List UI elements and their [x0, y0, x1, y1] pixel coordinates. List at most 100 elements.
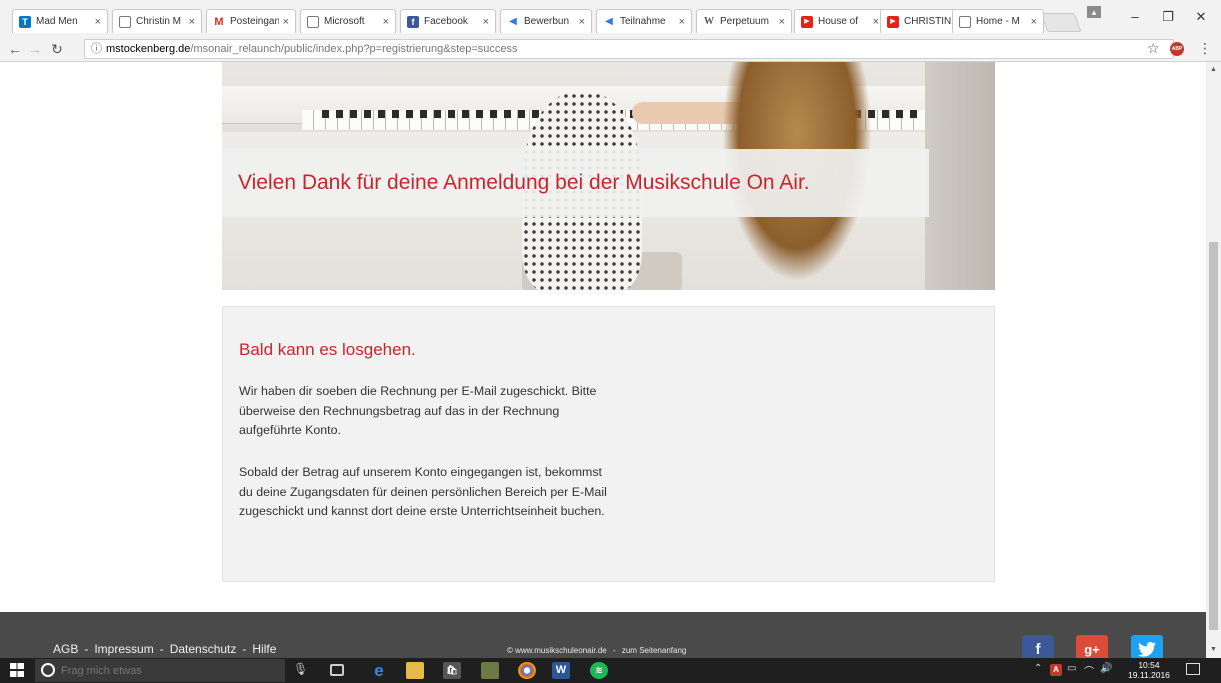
- hero-banner: Vielen Dank für deine Anmeldung bei der …: [222, 149, 929, 217]
- edge-icon[interactable]: e: [370, 662, 388, 679]
- hero-background: [925, 62, 995, 290]
- close-window-icon[interactable]: ✕: [1183, 5, 1219, 29]
- copyright-text: © www.musikschuleonair.de: [507, 646, 607, 655]
- scroll-down-icon[interactable]: ▼: [1210, 646, 1217, 653]
- close-tab-icon[interactable]: ×: [779, 16, 785, 28]
- close-tab-icon[interactable]: ×: [579, 16, 585, 28]
- scroll-top-link[interactable]: zum Seitenanfang: [622, 646, 687, 655]
- browser-tab[interactable]: f Facebook ×: [400, 9, 496, 33]
- tab-label: Posteingan: [230, 16, 279, 27]
- close-tab-icon[interactable]: ×: [873, 16, 879, 28]
- page-icon: [959, 15, 971, 28]
- clock-time: 10:54: [1138, 660, 1160, 670]
- browser-tab[interactable]: M Posteingan ×: [206, 9, 296, 33]
- scroll-up-icon[interactable]: ▲: [1210, 66, 1217, 73]
- tab-label: House of: [818, 16, 859, 27]
- browser-tab[interactable]: W Perpetuum ×: [696, 9, 792, 33]
- google-plus-icon[interactable]: g+: [1076, 635, 1108, 658]
- bookmark-star-icon[interactable]: ☆: [1147, 40, 1160, 57]
- close-tab-icon[interactable]: ×: [283, 16, 289, 28]
- info-paragraph: Wir haben dir soeben die Rechnung per E-…: [239, 384, 597, 437]
- close-tab-icon[interactable]: ×: [679, 16, 685, 28]
- back-icon[interactable]: ←: [6, 40, 24, 58]
- browser-tab-active[interactable]: Home - M ×: [952, 9, 1044, 33]
- cortana-search[interactable]: 🎙: [35, 659, 308, 682]
- file-explorer-icon[interactable]: [406, 662, 424, 679]
- scrollbar-thumb[interactable]: [1209, 242, 1218, 630]
- trello-icon: T: [19, 15, 31, 28]
- restore-icon[interactable]: ❐: [1150, 5, 1186, 29]
- browser-toolbar: ← → ↻ ⓘ mstockenberg.de/msonair_relaunch/…: [0, 36, 1221, 62]
- tab-label: Teilnahme: [620, 16, 666, 27]
- store-icon[interactable]: 🛍: [443, 662, 461, 679]
- browser-tab-strip: T Mad Men × Christin M × M Posteingan × …: [0, 0, 1221, 40]
- tab-label: Perpetuum: [720, 16, 769, 27]
- search-input[interactable]: [61, 662, 261, 679]
- spotify-icon[interactable]: ≋: [590, 662, 608, 679]
- word-icon[interactable]: W: [552, 662, 570, 679]
- page-viewport: Vielen Dank für deine Anmeldung bei der …: [0, 62, 1206, 658]
- close-tab-icon[interactable]: ×: [189, 16, 195, 28]
- footer-copyright: © www.musikschuleonair.de - zum Seitenan…: [507, 646, 686, 655]
- page-icon: [307, 15, 319, 28]
- footer-link-impressum[interactable]: Impressum: [94, 642, 153, 656]
- facebook-icon[interactable]: f: [1022, 635, 1054, 658]
- tab-label: Home - M: [976, 16, 1020, 27]
- profile-icon[interactable]: ▴: [1087, 6, 1101, 18]
- reload-icon[interactable]: ↻: [48, 40, 66, 58]
- new-tab-button[interactable]: [1040, 13, 1082, 32]
- chrome-icon[interactable]: [518, 662, 536, 679]
- browser-menu-icon[interactable]: ⋮: [1198, 40, 1212, 57]
- close-tab-icon[interactable]: ×: [483, 16, 489, 28]
- forward-icon[interactable]: →: [26, 40, 44, 58]
- browser-tab[interactable]: ◀ Teilnahme ×: [596, 9, 692, 33]
- adblock-plus-icon[interactable]: ABP: [1170, 42, 1184, 56]
- clock-date: 19.11.2016: [1128, 670, 1170, 680]
- page-scrollbar[interactable]: ▲ ▼: [1206, 62, 1221, 658]
- tab-label: Bewerbun: [524, 16, 570, 27]
- browser-tab[interactable]: T Mad Men ×: [12, 9, 108, 33]
- close-tab-icon[interactable]: ×: [1031, 16, 1037, 28]
- windows-start-icon[interactable]: [10, 663, 24, 677]
- footer-separator: -: [612, 646, 616, 655]
- browser-tab[interactable]: Christin M ×: [112, 9, 202, 33]
- wikipedia-icon: W: [704, 15, 714, 27]
- footer-link-agb[interactable]: AGB: [53, 642, 78, 656]
- close-tab-icon[interactable]: ×: [383, 16, 389, 28]
- address-bar[interactable]: ⓘ mstockenberg.de/msonair_relaunch/public…: [84, 39, 1174, 59]
- browser-tab[interactable]: ▶ House of ×: [794, 9, 886, 33]
- gmail-icon: M: [214, 15, 224, 28]
- info-heading: Bald kann es losgehen.: [239, 340, 416, 359]
- battery-icon[interactable]: ▭: [1067, 663, 1076, 674]
- footer-links: AGB - Impressum - Datenschutz - Hilfe: [53, 642, 276, 656]
- tab-label: CHRISTIN: [904, 16, 952, 27]
- tab-label: Microsoft: [324, 16, 365, 27]
- cortana-icon: [41, 663, 55, 677]
- microphone-icon[interactable]: 🎙: [293, 662, 308, 676]
- tray-chevron-icon[interactable]: ⌃: [1034, 663, 1042, 674]
- wifi-icon[interactable]: ⌒: [1084, 663, 1094, 678]
- footer-separator: -: [242, 642, 247, 656]
- twitter-icon[interactable]: [1131, 635, 1163, 658]
- url-host: mstockenberg.de: [106, 43, 191, 55]
- close-tab-icon[interactable]: ×: [95, 16, 101, 28]
- tab-label: Facebook: [424, 16, 468, 27]
- browser-tab[interactable]: ◀ Bewerbun ×: [500, 9, 592, 33]
- browser-tab[interactable]: Microsoft ×: [300, 9, 396, 33]
- info-icon[interactable]: ⓘ: [91, 43, 102, 55]
- footer-link-datenschutz[interactable]: Datenschutz: [170, 642, 237, 656]
- info-paragraph: Sobald der Betrag auf unserem Konto eing…: [239, 465, 607, 518]
- taskbar-clock[interactable]: 10:54 19.11.2016: [1128, 660, 1170, 680]
- facebook-icon: f: [407, 15, 419, 28]
- acrobat-icon[interactable]: A: [1050, 664, 1062, 676]
- volume-icon[interactable]: 🔊: [1100, 663, 1112, 674]
- minimize-icon[interactable]: –: [1117, 5, 1153, 29]
- notification-icon[interactable]: [1186, 663, 1200, 675]
- photos-icon[interactable]: [481, 662, 499, 679]
- tab-label: Mad Men: [36, 16, 78, 27]
- task-view-icon[interactable]: [330, 664, 344, 676]
- info-box: Bald kann es losgehen. Wir haben dir soe…: [222, 306, 995, 582]
- footer-separator: -: [84, 642, 89, 656]
- footer-link-hilfe[interactable]: Hilfe: [252, 642, 276, 656]
- feather-icon: ◀: [605, 15, 613, 27]
